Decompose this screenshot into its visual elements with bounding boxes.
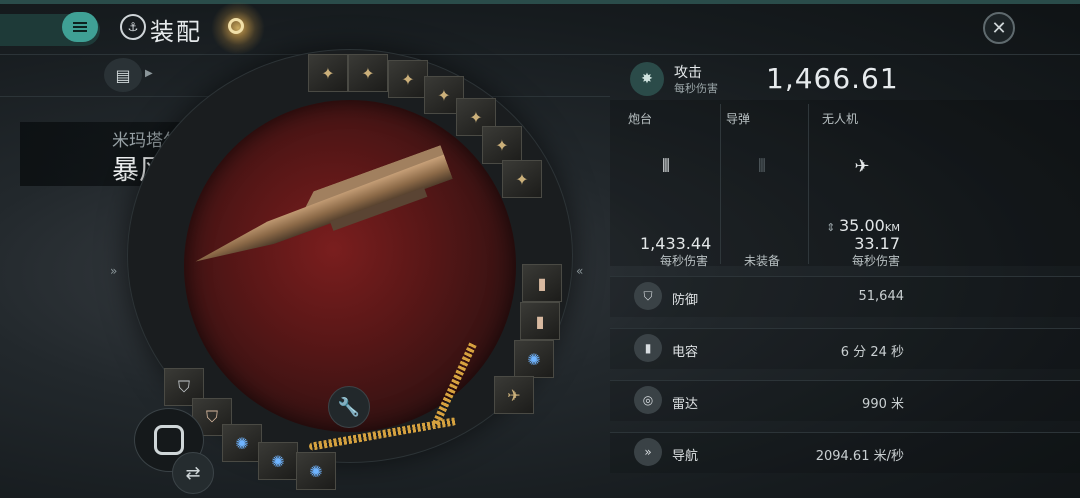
stat-value-capacitor: 6 分 24 秒 [840, 345, 904, 360]
drone-dps-unit: 每秒伤害 [852, 254, 901, 268]
side-arrow-right[interactable]: « [576, 264, 583, 278]
drone-icon: ✈ [507, 385, 521, 405]
energy-icon: ✺ [527, 349, 541, 369]
rig-slot-1[interactable]: ✈ [494, 376, 534, 414]
turret-dps: 1,433.44 [640, 234, 712, 253]
mid-slot-3[interactable]: ✺ [514, 340, 554, 378]
shield-icon: ⛉ [634, 282, 662, 310]
armor-icon: ⛉ [205, 407, 218, 426]
attack-icon: ✸ [630, 62, 664, 96]
armor-icon: ⛉ [177, 377, 190, 396]
turret-icon: ✦ [437, 85, 451, 105]
stat-value-navigation: 2094.61 米/秒 [815, 449, 904, 464]
top-accent-line [0, 0, 1080, 4]
menu-button[interactable] [62, 12, 98, 42]
drone-label: 无人机 [822, 112, 859, 126]
energy-icon: ✺ [235, 433, 249, 453]
missile-status: 未装备 [744, 254, 781, 268]
attack-subtitle: 每秒伤害 [674, 82, 718, 95]
stat-label-capacitor: 电容 [672, 345, 699, 360]
target-icon[interactable] [210, 2, 266, 54]
low-slot-4[interactable]: ✺ [258, 442, 298, 480]
close-button[interactable]: ✕ [983, 12, 1015, 44]
capacitor-icon: ▮ [634, 334, 662, 362]
high-slot-7[interactable]: ✦ [502, 160, 542, 198]
energy-icon: ✺ [309, 461, 323, 481]
stat-value-defense: 51,644 [858, 289, 905, 304]
repair-button[interactable]: 🔧 [328, 386, 370, 428]
stat-label-radar: 雷达 [672, 397, 699, 412]
stat-label-navigation: 导航 [672, 449, 699, 464]
clipboard-settings-icon: ▤ [115, 65, 131, 85]
module-icon: ▮ [535, 311, 545, 331]
radar-icon: ◎ [634, 386, 662, 414]
stat-label-defense: 防御 [672, 293, 699, 308]
close-icon: ✕ [991, 17, 1007, 39]
drone-range-value: 35.00 [839, 216, 885, 235]
menu-icon [73, 20, 87, 34]
fitting-icon: ⚓ [120, 14, 146, 40]
fitting-list-button[interactable]: ▤ [104, 58, 142, 92]
turret-icon: ✦ [469, 107, 483, 127]
high-slot-6[interactable]: ✦ [482, 126, 522, 164]
drone-dps: 33.17 [854, 234, 900, 253]
navigation-icon: » [634, 438, 662, 466]
missile-icon: ⦀ [758, 155, 766, 177]
turret-dps-unit: 每秒伤害 [660, 254, 709, 268]
header-divider [0, 54, 1080, 55]
turret-icon: ✦ [321, 63, 335, 83]
page-title: 装配 [150, 18, 202, 46]
range-icon: ⇕ [826, 221, 839, 234]
swap-button[interactable]: ⇄ [172, 452, 214, 494]
high-slot-1[interactable]: ✦ [308, 54, 348, 92]
low-slot-3[interactable]: ✺ [222, 424, 262, 462]
chevron-right-icon: ▶ [145, 68, 153, 79]
drone-range: ⇕ 35.00KM [818, 216, 900, 235]
turret-icon: ✦ [495, 135, 509, 155]
turret-icon: ✦ [401, 69, 415, 89]
attack-title: 攻击 [674, 65, 702, 81]
weapons-divider-1 [720, 104, 721, 264]
turret-label: 炮台 [628, 112, 653, 126]
hull-icon [154, 425, 184, 455]
drone-range-unit: KM [884, 223, 900, 234]
attack-value: 1,466.61 [766, 62, 899, 95]
turret-icon: ✦ [361, 63, 375, 83]
high-slot-2[interactable]: ✦ [348, 54, 388, 92]
module-icon: ▮ [537, 273, 547, 293]
missile-label: 导弹 [726, 112, 751, 126]
mid-slot-1[interactable]: ▮ [522, 264, 562, 302]
energy-icon: ✺ [271, 451, 285, 471]
turret-icon: ⦀ [662, 155, 670, 177]
weapons-divider-2 [808, 104, 809, 264]
swap-icon: ⇄ [185, 462, 201, 484]
stat-value-radar: 990 米 [862, 397, 904, 412]
high-slot-3[interactable]: ✦ [388, 60, 428, 98]
low-slot-5[interactable]: ✺ [296, 452, 336, 490]
side-arrow-left[interactable]: » [110, 264, 117, 278]
turret-icon: ✦ [515, 169, 529, 189]
drone-icon: ✈ [854, 155, 870, 177]
mid-slot-2[interactable]: ▮ [520, 302, 560, 340]
wrench-icon: 🔧 [337, 396, 361, 418]
